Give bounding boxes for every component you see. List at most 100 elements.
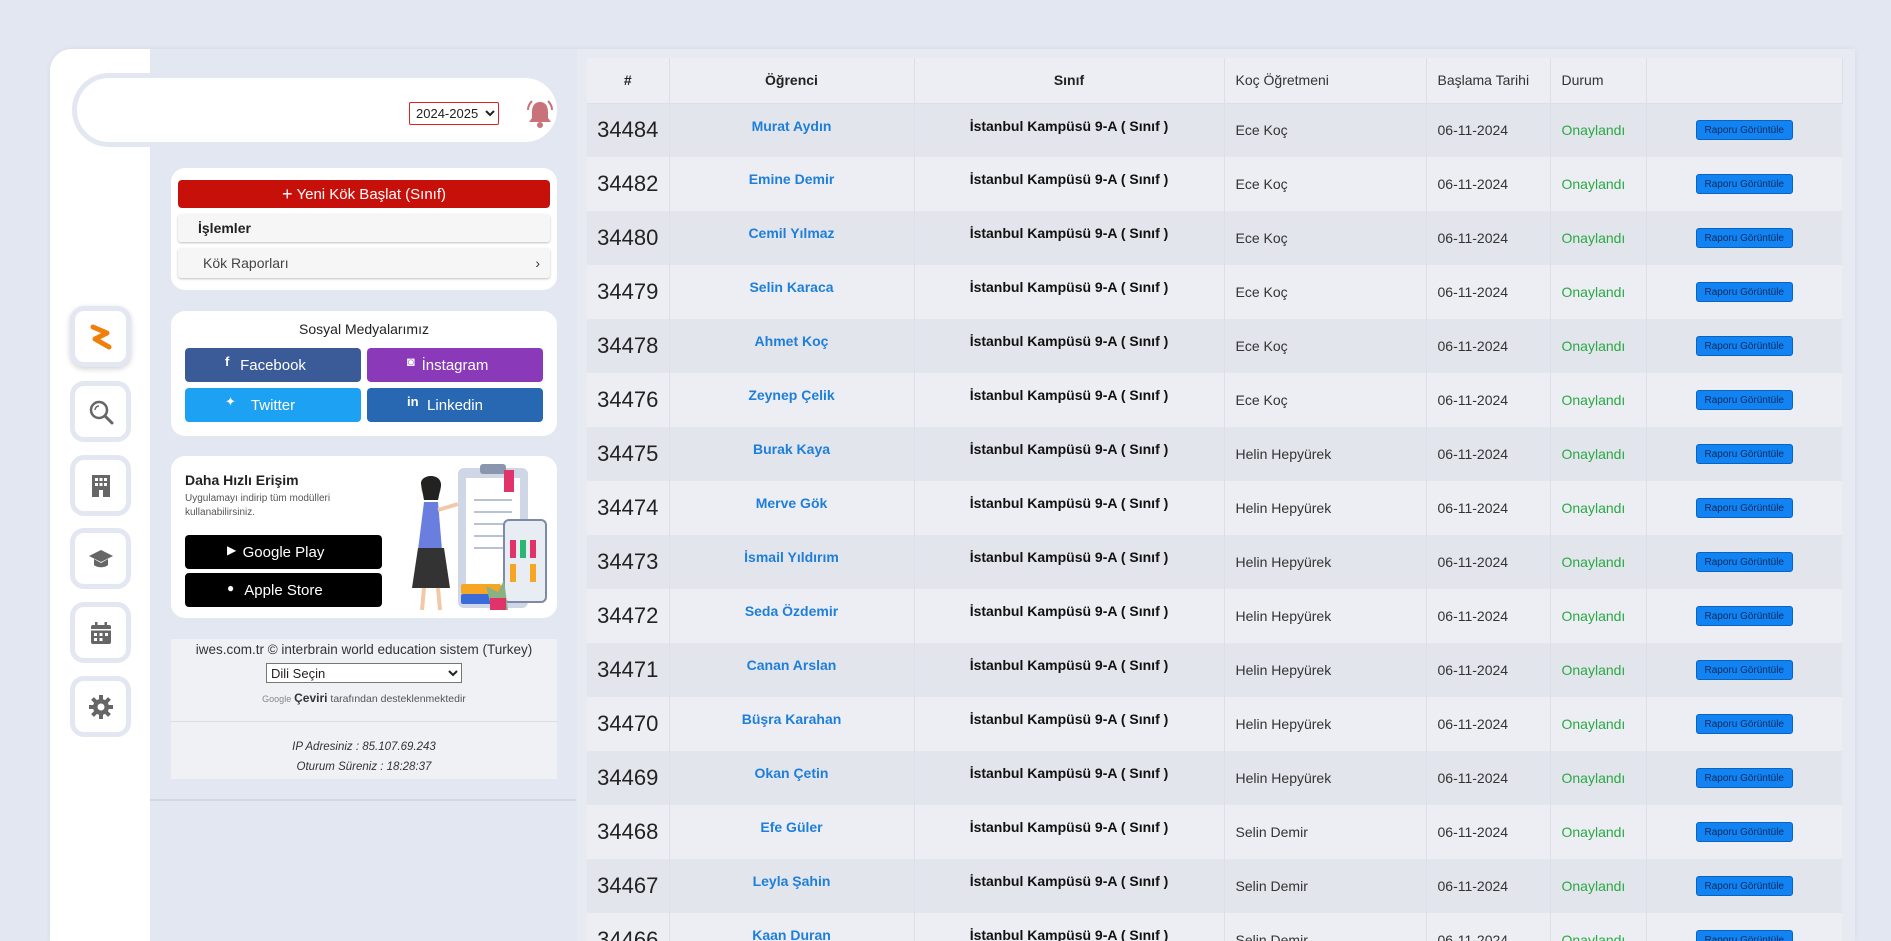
coach-name: Ece Koç [1224,157,1427,211]
actions-cell: Raporu Görüntüle [1646,157,1842,211]
coach-name: Helin Hepyürek [1224,751,1427,805]
language-select[interactable]: Dili Seçin [266,663,462,683]
new-kok-button[interactable]: + Yeni Kök Başlat (Sınıf) [178,180,550,208]
view-report-button[interactable]: Raporu Görüntüle [1695,390,1793,410]
view-report-button[interactable]: Raporu Görüntüle [1695,282,1793,302]
coach-name: Selin Demir [1224,913,1427,941]
student-name-link[interactable]: Selin Karaca [669,265,915,319]
table-row: 34472 Seda Özdemir İstanbul Kampüsü 9-A ( … [587,589,1842,643]
actions-cell: Raporu Görüntüle [1646,643,1842,697]
calendar-icon [90,621,111,644]
view-report-button[interactable]: Raporu Görüntüle [1695,228,1793,248]
rail-graduation-button[interactable] [70,528,131,589]
academic-year-select[interactable]: 2024-2025 [409,102,499,125]
table-row: 34479 Selin Karaca İstanbul Kampüsü 9-A ( … [587,265,1842,319]
view-report-button[interactable]: Raporu Görüntüle [1695,336,1793,356]
column-header-id[interactable]: # [587,58,670,104]
row-id: 34475 [587,427,670,481]
column-header-coach[interactable]: Koç Öğretmeni [1224,58,1427,104]
student-name-link[interactable]: Burak Kaya [669,427,915,481]
status-text: Onaylandı [1550,319,1647,373]
linkedin-button[interactable]: in Linkedin [367,388,543,422]
column-header-start-date[interactable]: Başlama Tarihi [1426,58,1551,104]
view-report-button[interactable]: Raporu Görüntüle [1695,822,1793,842]
view-report-button[interactable]: Raporu Görüntüle [1695,120,1793,141]
start-date: 06-11-2024 [1426,373,1551,427]
plus-icon: + [281,183,293,204]
new-kok-label: Yeni Kök Başlat (Sınıf) [296,185,447,203]
status-text: Onaylandı [1550,211,1647,265]
student-name-link[interactable]: Ahmet Koç [669,319,915,373]
view-report-button[interactable]: Raporu Görüntüle [1695,930,1793,941]
student-name-link[interactable]: Seda Özdemir [669,589,915,643]
coach-name: Helin Hepyürek [1224,643,1427,697]
student-name-link[interactable]: Murat Aydın [669,103,915,157]
rail-logo-button[interactable] [70,306,131,367]
rail-building-button[interactable] [70,455,131,516]
view-report-button[interactable]: Raporu Görüntüle [1695,552,1793,572]
translate-link[interactable]: Çeviri [294,691,327,705]
rail-search-button[interactable] [70,381,131,442]
linkedin-label: Linkedin [427,396,483,414]
row-id: 34466 [587,913,670,941]
coach-name: Selin Demir [1224,805,1427,859]
status-text: Onaylandı [1550,643,1647,697]
table-row: 34468 Efe Güler İstanbul Kampüsü 9-A ( Sın… [587,805,1842,859]
app-promo-title: Daha Hızlı Erişim [185,472,299,488]
coach-name: Ece Koç [1224,103,1427,157]
instagram-button[interactable]: ◙ İnstagram [367,348,543,382]
view-report-button[interactable]: Raporu Görüntüle [1695,768,1793,788]
class-name: İstanbul Kampüsü 9-A ( Sınıf ) [914,211,1225,265]
student-name-link[interactable]: Zeynep Çelik [669,373,915,427]
actions-cell: Raporu Görüntüle [1646,535,1842,589]
google-play-button[interactable]: ▶ Google Play [185,535,382,569]
row-id: 34484 [587,103,670,157]
column-header-status[interactable]: Durum [1550,58,1647,104]
rail-settings-button[interactable] [70,676,131,737]
social-title: Sosyal Medyalarımız [299,321,429,337]
reports-table: # Öğrenci Sınıf Koç Öğretmeni Başlama Ta… [587,58,1843,941]
row-id: 34474 [587,481,670,535]
student-name-link[interactable]: Cemil Yılmaz [669,211,915,265]
actions-cell: Raporu Görüntüle [1646,751,1842,805]
apple-store-button[interactable]: ● Apple Store [185,573,382,607]
play-icon: ▶ [227,543,237,557]
row-id: 34478 [587,319,670,373]
menu-item-kok-reports[interactable]: Kök Raporları › [178,248,550,278]
student-name-link[interactable]: Okan Çetin [669,751,915,805]
row-id: 34482 [587,157,670,211]
status-text: Onaylandı [1550,481,1647,535]
row-id: 34472 [587,589,670,643]
view-report-button[interactable]: Raporu Görüntüle [1695,498,1793,518]
column-header-student[interactable]: Öğrenci [669,58,915,104]
facebook-button[interactable]: f Facebook [185,348,361,382]
status-text: Onaylandı [1550,157,1647,211]
view-report-button[interactable]: Raporu Görüntüle [1695,606,1793,626]
student-name-link[interactable]: Kaan Duran [669,913,915,941]
student-name-link[interactable]: Canan Arslan [669,643,915,697]
student-name-link[interactable]: İsmail Yıldırım [669,535,915,589]
student-name-link[interactable]: Emine Demir [669,157,915,211]
student-name-link[interactable]: Merve Gök [669,481,915,535]
row-id: 34468 [587,805,670,859]
student-name-link[interactable]: Efe Güler [669,805,915,859]
column-header-class[interactable]: Sınıf [914,58,1225,104]
twitter-button[interactable]: ✦ Twitter [185,388,361,422]
view-report-button[interactable]: Raporu Görüntüle [1695,660,1793,680]
table-row: 34475 Burak Kaya İstanbul Kampüsü 9-A ( Sı… [587,427,1842,481]
student-name-link[interactable]: Leyla Şahin [669,859,915,913]
start-date: 06-11-2024 [1426,913,1551,941]
linkedin-icon: in [407,394,419,409]
view-report-button[interactable]: Raporu Görüntüle [1695,444,1793,464]
status-text: Onaylandı [1550,589,1647,643]
view-report-button[interactable]: Raporu Görüntüle [1695,714,1793,734]
student-name-link[interactable]: Büşra Karahan [669,697,915,751]
top-bar: 2024-2025 [72,73,562,147]
coach-name: Helin Hepyürek [1224,535,1427,589]
bell-icon[interactable] [524,98,556,130]
table-row: 34469 Okan Çetin İstanbul Kampüsü 9-A ( Sı… [587,751,1842,805]
rail-calendar-button[interactable] [70,602,131,663]
view-report-button[interactable]: Raporu Görüntüle [1695,876,1793,896]
class-name: İstanbul Kampüsü 9-A ( Sınıf ) [914,373,1225,427]
view-report-button[interactable]: Raporu Görüntüle [1695,174,1793,194]
